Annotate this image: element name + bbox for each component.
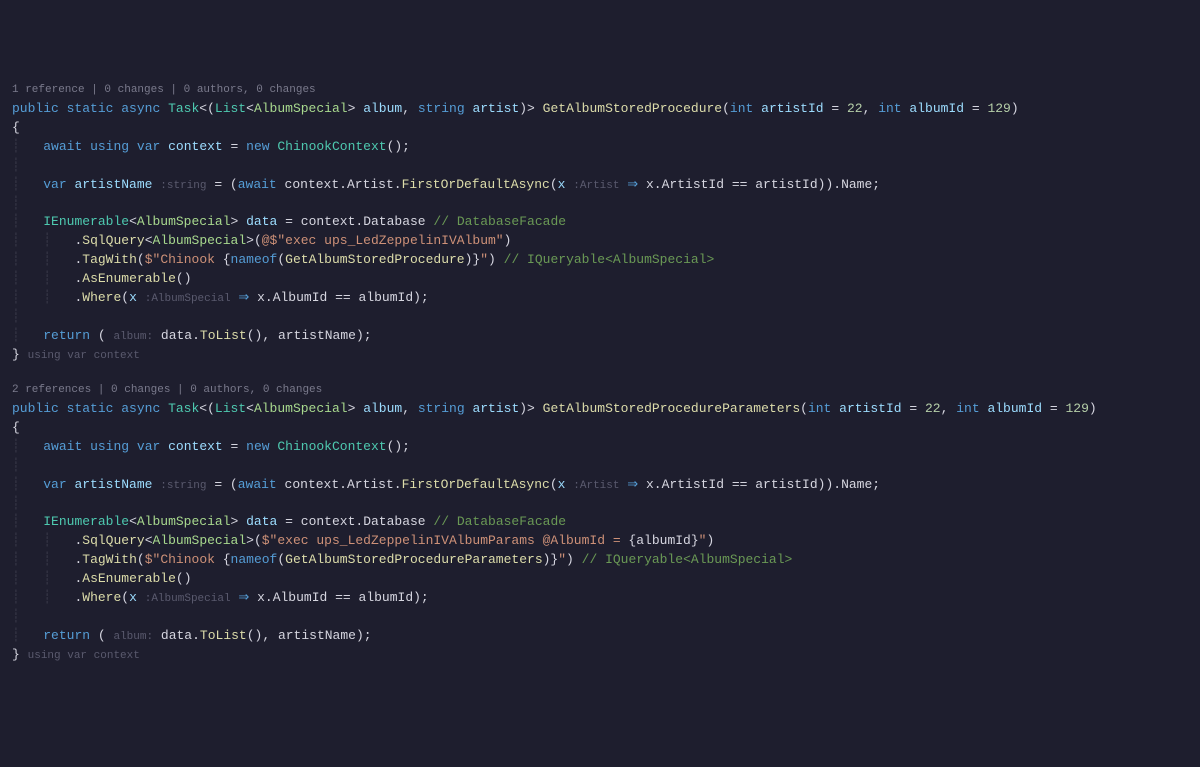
code-line: ┊ await using var context = new ChinookC… [12, 138, 1188, 157]
code-line: ┊ ┊ .Where(x :AlbumSpecial ⇒ x.AlbumId =… [12, 589, 1188, 608]
code-line: ┊ return ( album: data.ToList(), artistN… [12, 627, 1188, 646]
code-line: ┊ [12, 608, 1188, 627]
code-line: ┊ await using var context = new ChinookC… [12, 438, 1188, 457]
code-line: ┊ [12, 495, 1188, 514]
code-line: } using var context [12, 646, 1188, 665]
code-line: ┊ [12, 308, 1188, 327]
code-line: ┊ ┊ .TagWith($"Chinook {nameof(GetAlbumS… [12, 251, 1188, 270]
code-line: ┊ var artistName :string = (await contex… [12, 176, 1188, 195]
code-editor[interactable]: 1 reference | 0 changes | 0 authors, 0 c… [12, 83, 1188, 664]
code-line: ┊ IEnumerable<AlbumSpecial> data = conte… [12, 213, 1188, 232]
code-line: public static async Task<(List<AlbumSpec… [12, 100, 1188, 119]
code-line: ┊ var artistName :string = (await contex… [12, 476, 1188, 495]
code-line: ┊ ┊ .SqlQuery<AlbumSpecial>(@$"exec ups_… [12, 232, 1188, 251]
code-line: ┊ ┊ .AsEnumerable() [12, 570, 1188, 589]
code-line: { [12, 419, 1188, 438]
code-line: ┊ ┊ .SqlQuery<AlbumSpecial>($"exec ups_L… [12, 532, 1188, 551]
code-line: ┊ ┊ .Where(x :AlbumSpecial ⇒ x.AlbumId =… [12, 289, 1188, 308]
code-line: ┊ ┊ .TagWith($"Chinook {nameof(GetAlbumS… [12, 551, 1188, 570]
code-line: { [12, 119, 1188, 138]
code-line: ┊ IEnumerable<AlbumSpecial> data = conte… [12, 513, 1188, 532]
code-line: ┊ ┊ .AsEnumerable() [12, 270, 1188, 289]
code-line: ┊ [12, 157, 1188, 176]
codelens-2[interactable]: 2 references | 0 changes | 0 authors, 0 … [12, 383, 1188, 399]
code-line: } using var context [12, 346, 1188, 365]
code-line: ┊ [12, 195, 1188, 214]
code-line: public static async Task<(List<AlbumSpec… [12, 400, 1188, 419]
code-line: ┊ return ( album: data.ToList(), artistN… [12, 327, 1188, 346]
code-line [12, 365, 1188, 384]
code-line: ┊ [12, 457, 1188, 476]
codelens-1[interactable]: 1 reference | 0 changes | 0 authors, 0 c… [12, 83, 1188, 99]
